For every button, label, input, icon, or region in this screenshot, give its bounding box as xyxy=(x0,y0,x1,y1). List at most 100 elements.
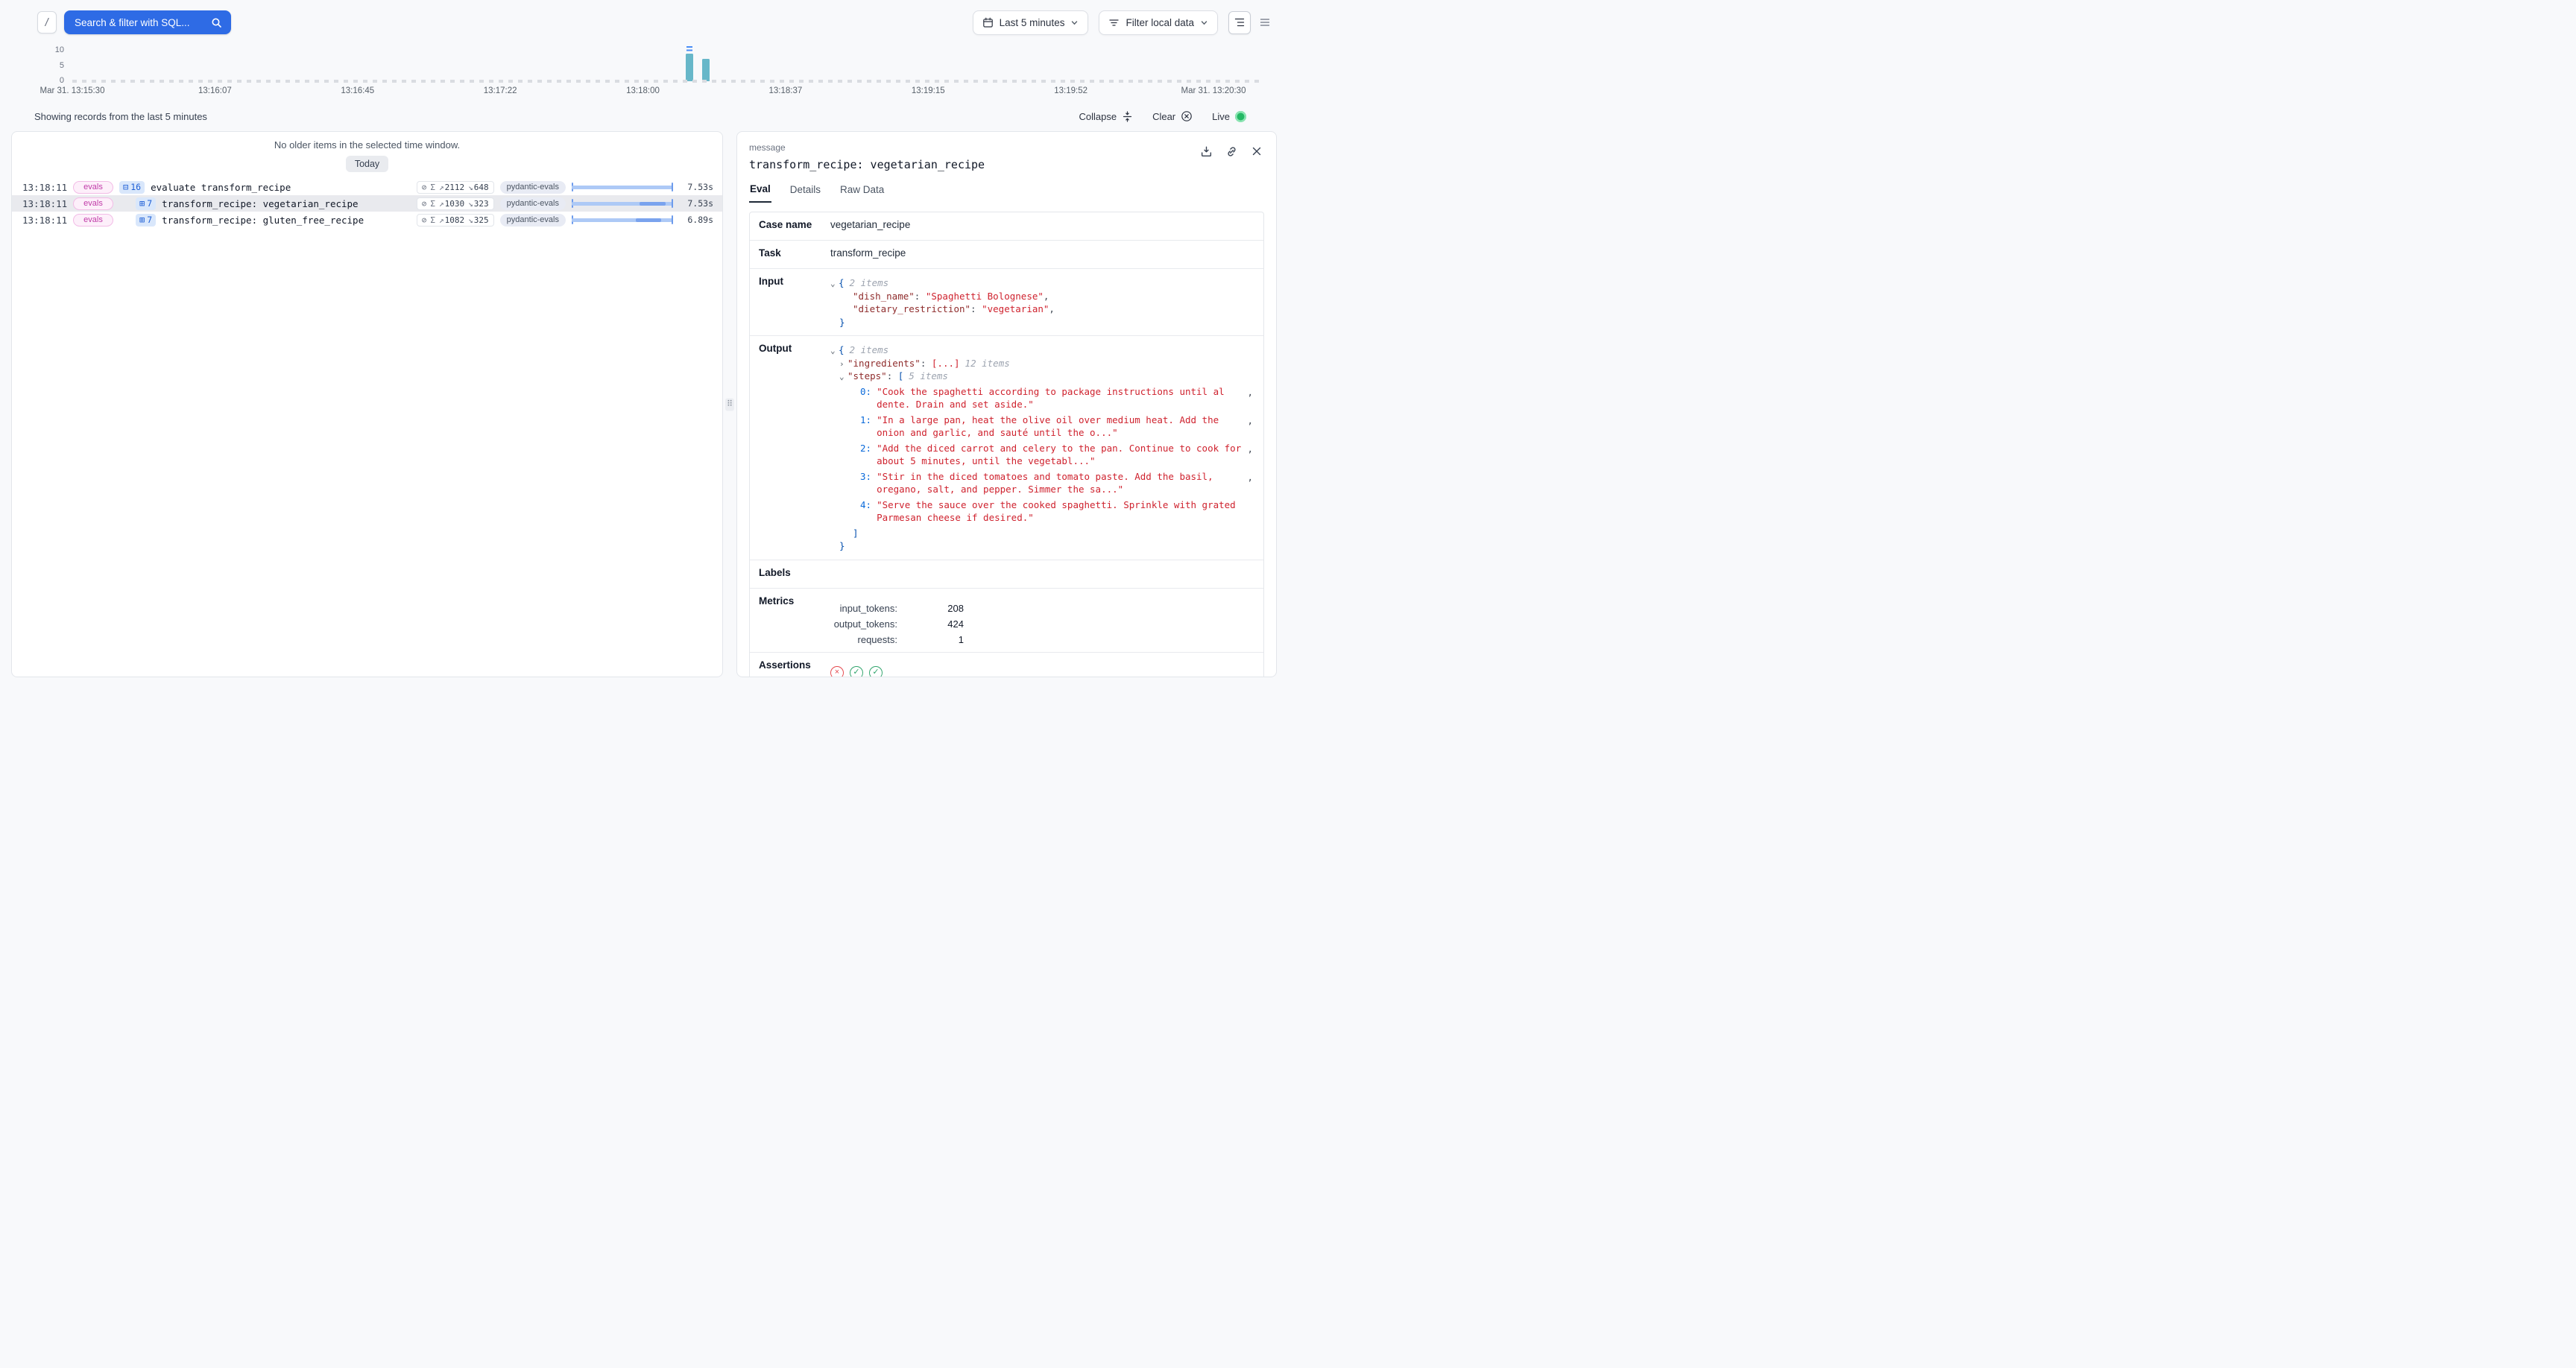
time-range-dropdown[interactable]: Last 5 minutes xyxy=(973,10,1089,35)
bar-segment xyxy=(636,218,661,222)
trace-row[interactable]: 13:18:11 evals ⊟ 16 evaluate transform_r… xyxy=(12,179,722,195)
live-button[interactable]: Live xyxy=(1212,111,1246,122)
filter-icon xyxy=(1108,17,1120,28)
caret-down-icon[interactable]: ⌄ xyxy=(839,371,847,382)
copy-link-button[interactable] xyxy=(1224,144,1239,159)
span-count-toggle[interactable]: ⊟ 16 xyxy=(119,181,145,194)
archive-panel-button[interactable] xyxy=(1199,144,1213,159)
empty-window-notice: No older items in the selected time wind… xyxy=(12,139,722,151)
chart-plot[interactable] xyxy=(72,43,1213,81)
input-label: Input xyxy=(750,269,821,335)
close-icon xyxy=(1251,145,1263,157)
task-row: Task transform_recipe xyxy=(750,241,1263,269)
tab-eval[interactable]: Eval xyxy=(749,183,771,203)
slash-shortcut-button[interactable]: / xyxy=(37,11,57,34)
duration-bar[interactable] xyxy=(572,183,673,191)
assertion-pass-icon[interactable]: ✓ xyxy=(869,666,883,678)
sigma-icon: Σ xyxy=(430,183,435,192)
assertion-fail-icon[interactable]: × xyxy=(830,666,844,678)
topbar-left: / Search & filter with SQL... xyxy=(37,10,231,34)
tag-badge-evals[interactable]: evals xyxy=(73,197,113,210)
record-kind-label: message xyxy=(749,142,985,153)
status-bar: Showing records from the last 5 minutes … xyxy=(34,109,1246,124)
calendar-icon xyxy=(982,17,994,28)
package-badge[interactable]: pydantic-evals xyxy=(500,214,566,227)
duration-label: 7.53s xyxy=(679,198,713,209)
input-tokens-stat: ↗1082 xyxy=(439,215,464,225)
row-timestamp: 13:18:11 xyxy=(22,198,67,209)
duration-bar[interactable] xyxy=(572,215,673,224)
output-label: Output xyxy=(750,336,821,560)
trace-list-panel: No older items in the selected time wind… xyxy=(11,131,723,677)
assertion-pass-icon[interactable]: ✓ xyxy=(850,666,863,678)
input-tokens-stat: ↗2112 xyxy=(439,183,464,192)
case-name-row: Case name vegetarian_recipe xyxy=(750,212,1263,241)
package-badge[interactable]: pydantic-evals xyxy=(500,197,566,210)
bar-segment xyxy=(640,202,666,206)
duration-bar[interactable] xyxy=(572,199,673,208)
x-axis-tick: 13:17:22 xyxy=(484,86,517,95)
output-tokens-stat: ↘648 xyxy=(468,183,489,192)
items-count-hint: 2 items xyxy=(850,344,889,355)
trace-row-selected[interactable]: 13:18:11 evals ⊞ 7 transform_recipe: veg… xyxy=(12,195,722,212)
json-line: } xyxy=(839,316,1254,329)
collapse-minus-icon: ⊟ xyxy=(123,183,128,191)
today-button[interactable]: Today xyxy=(346,156,388,172)
search-icon xyxy=(211,17,222,28)
search-button[interactable]: Search & filter with SQL... xyxy=(64,10,231,34)
json-array-item: 1:"In a large pan, heat the olive oil ov… xyxy=(860,414,1254,440)
span-count-toggle[interactable]: ⊞ 7 xyxy=(136,197,156,210)
span-count-toggle[interactable]: ⊞ 7 xyxy=(136,214,156,227)
detail-actions xyxy=(1199,142,1264,159)
panel-resize-handle[interactable]: ⠿ xyxy=(723,131,736,677)
token-stats-chip[interactable]: ⊘ Σ ↗1082 ↘325 xyxy=(417,214,494,227)
topbar: / Search & filter with SQL... Last 5 min… xyxy=(0,10,1288,35)
trace-row[interactable]: 13:18:11 evals ⊞ 7 transform_recipe: glu… xyxy=(12,212,722,228)
input-row: Input ⌄{2 items "dish_name": "Spaghetti … xyxy=(750,269,1263,336)
expand-plus-icon: ⊞ xyxy=(139,215,145,224)
collapse-label: Collapse xyxy=(1079,111,1117,122)
link-icon xyxy=(1225,145,1238,158)
caret-down-icon[interactable]: ⌄ xyxy=(830,345,839,356)
span-title[interactable]: transform_recipe: gluten_free_recipe xyxy=(162,215,364,226)
arrow-up-right-icon: ↗ xyxy=(439,183,444,192)
labels-row: Labels xyxy=(750,560,1263,589)
tab-raw-data[interactable]: Raw Data xyxy=(839,183,885,203)
tree-view-button[interactable] xyxy=(1228,11,1251,34)
caret-right-icon[interactable]: › xyxy=(839,358,847,370)
tag-badge-evals[interactable]: evals xyxy=(73,214,113,227)
package-badge[interactable]: pydantic-evals xyxy=(500,181,566,194)
detail-panel: message transform_recipe: vegetarian_rec… xyxy=(736,131,1277,677)
tab-details[interactable]: Details xyxy=(789,183,821,203)
json-line: ⌄{2 items xyxy=(830,276,1254,290)
output-json-viewer: ⌄{2 items ›"ingredients": [...]12 items … xyxy=(821,336,1263,560)
detail-tabs: Eval Details Raw Data xyxy=(749,183,1264,203)
token-stats-chip[interactable]: ⊘ Σ ↗1030 ↘323 xyxy=(417,197,494,210)
token-stats-chip[interactable]: ⊘ Σ ↗2112 ↘648 xyxy=(417,181,494,194)
clear-button[interactable]: Clear xyxy=(1152,110,1193,122)
metrics-label: Metrics xyxy=(750,589,821,652)
close-detail-button[interactable] xyxy=(1249,144,1264,159)
null-icon: ⊘ xyxy=(422,183,427,192)
clear-label: Clear xyxy=(1152,111,1175,122)
collapse-button[interactable]: Collapse xyxy=(1079,111,1133,122)
span-title[interactable]: evaluate transform_recipe xyxy=(151,182,291,193)
x-axis-tick: 13:18:00 xyxy=(626,86,660,95)
activity-chart: 10 5 0 Mar 31. 13:15:30 13:16:07 13:16:4… xyxy=(0,43,1288,103)
filter-dropdown[interactable]: Filter local data xyxy=(1099,10,1218,35)
task-value: transform_recipe xyxy=(821,241,1263,268)
metrics-grid: input_tokens: 208 output_tokens: 424 req… xyxy=(830,595,1254,645)
caret-down-icon[interactable]: ⌄ xyxy=(830,278,839,289)
tag-badge-evals[interactable]: evals xyxy=(73,181,113,194)
arrow-up-right-icon: ↗ xyxy=(439,215,444,225)
assertion-icons: × ✓ ✓ xyxy=(830,659,1254,678)
list-view-button[interactable] xyxy=(1254,11,1276,34)
time-range-label: Last 5 minutes xyxy=(1000,17,1065,28)
x-axis: Mar 31. 13:15:30 13:16:07 13:16:45 13:17… xyxy=(72,86,1213,98)
topbar-right: Last 5 minutes Filter local data xyxy=(973,10,1276,35)
metric-key: output_tokens: xyxy=(830,618,897,630)
span-title[interactable]: transform_recipe: vegetarian_recipe xyxy=(162,198,358,209)
row-timestamp: 13:18:11 xyxy=(22,215,67,226)
search-label: Search & filter with SQL... xyxy=(75,17,190,28)
assertions-row: Assertions × ✓ ✓ xyxy=(750,653,1263,678)
